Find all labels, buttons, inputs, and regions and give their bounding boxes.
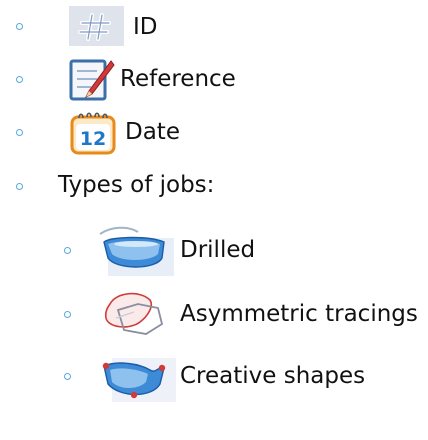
bullet-icon <box>16 76 23 83</box>
list-item-label: Creative shapes <box>180 363 366 389</box>
reference-notepad-icon <box>67 57 117 103</box>
list-item-reference: Reference <box>0 53 428 105</box>
list-item-date: 12 Date <box>0 106 428 158</box>
creative-shape-icon <box>100 352 176 402</box>
list-item-label: Date <box>125 119 180 145</box>
bullet-icon <box>16 183 23 190</box>
list-item-id: ID <box>0 0 428 52</box>
drilled-lens-icon <box>98 224 174 276</box>
hash-icon <box>69 6 124 46</box>
list-item-label: Asymmetric tracings <box>180 301 418 327</box>
sublist-item-drilled: Drilled <box>0 224 428 276</box>
list-item-types-of-jobs: Types of jobs: <box>0 160 428 212</box>
list-item-label: Types of jobs: <box>58 172 215 198</box>
calendar-date-icon: 12 <box>69 110 117 156</box>
asymmetric-tracing-icon <box>100 288 176 340</box>
bullet-icon <box>64 311 71 318</box>
bullet-icon <box>64 247 71 254</box>
sublist-item-creative-shapes: Creative shapes <box>0 350 428 402</box>
bullet-icon <box>16 129 23 136</box>
svg-text:12: 12 <box>80 128 106 150</box>
list-item-label: Reference <box>120 66 236 92</box>
list-item-label: Drilled <box>180 237 256 263</box>
sublist-item-asymmetric-tracings: Asymmetric tracings <box>0 288 428 340</box>
bullet-icon <box>16 23 23 30</box>
list-item-label: ID <box>133 14 158 40</box>
bullet-icon <box>64 373 71 380</box>
